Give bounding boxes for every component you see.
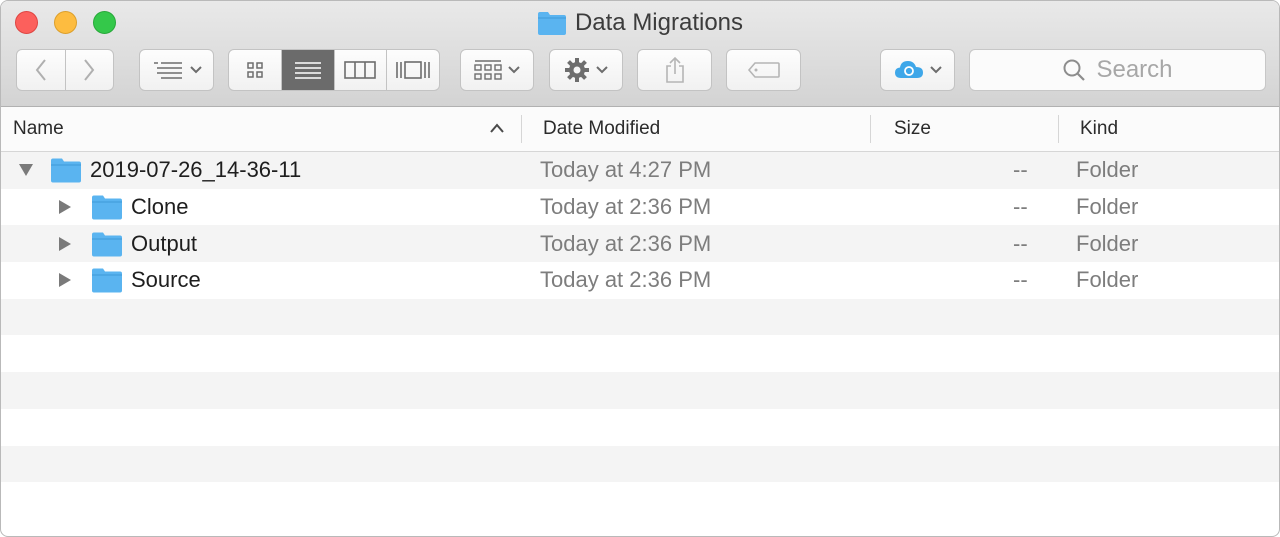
column-date-header[interactable]: Date Modified bbox=[543, 107, 660, 151]
empty-row bbox=[1, 372, 1279, 409]
toolbar: Data Migrations Search bbox=[1, 1, 1279, 107]
empty-row bbox=[1, 335, 1279, 373]
column-view-button[interactable] bbox=[335, 50, 388, 90]
group-button[interactable] bbox=[460, 49, 534, 91]
disclosure-triangle-collapsed-icon[interactable] bbox=[58, 236, 72, 252]
icon-view-button[interactable] bbox=[229, 50, 282, 90]
file-name[interactable]: Source bbox=[131, 267, 201, 293]
chevron-down-icon bbox=[596, 66, 608, 74]
empty-row bbox=[1, 408, 1279, 446]
column-view-icon bbox=[344, 61, 377, 79]
view-mode-control bbox=[228, 49, 440, 91]
file-size: -- bbox=[1013, 267, 1028, 293]
disclosure-triangle-expanded-icon[interactable] bbox=[18, 163, 34, 177]
folder-icon bbox=[92, 268, 122, 293]
file-list: 2019-07-26_14-36-11 Today at 4:27 PM -- … bbox=[1, 152, 1279, 536]
tag-icon bbox=[747, 62, 780, 78]
share-icon bbox=[665, 56, 684, 83]
forward-icon bbox=[84, 59, 95, 81]
tag-button[interactable] bbox=[726, 49, 801, 91]
folder-icon bbox=[537, 12, 566, 35]
finder-window: Data Migrations Search Name Date Modifie… bbox=[0, 0, 1280, 537]
sort-ascending-icon[interactable] bbox=[489, 122, 505, 134]
disclosure-triangle-collapsed-icon[interactable] bbox=[58, 199, 72, 215]
column-name-header[interactable]: Name bbox=[13, 107, 64, 151]
date-modified: Today at 2:36 PM bbox=[540, 230, 712, 256]
disclosure-triangle-collapsed-icon[interactable] bbox=[58, 272, 72, 288]
column-divider[interactable] bbox=[521, 115, 522, 143]
arrange-icon bbox=[153, 62, 182, 79]
forward-button[interactable] bbox=[66, 50, 114, 90]
date-modified: Today at 2:36 PM bbox=[540, 267, 712, 293]
file-size: -- bbox=[1013, 157, 1028, 183]
gallery-view-button[interactable] bbox=[387, 50, 439, 90]
chevron-down-icon bbox=[189, 66, 202, 74]
column-kind-header[interactable]: Kind bbox=[1080, 107, 1118, 151]
column-divider[interactable] bbox=[1058, 115, 1059, 143]
file-kind: Folder bbox=[1076, 230, 1139, 256]
empty-row bbox=[1, 298, 1279, 336]
chevron-down-icon bbox=[508, 66, 520, 74]
search-icon bbox=[1063, 59, 1086, 81]
date-modified: Today at 4:27 PM bbox=[540, 157, 712, 183]
file-kind: Folder bbox=[1076, 157, 1139, 183]
date-modified: Today at 2:36 PM bbox=[540, 194, 712, 220]
list-item[interactable]: Source Today at 2:36 PM -- Folder bbox=[1, 262, 1279, 299]
file-name[interactable]: Clone bbox=[131, 194, 188, 220]
search-placeholder: Search bbox=[1096, 56, 1173, 83]
icloud-button[interactable] bbox=[880, 49, 955, 91]
back-forward-control bbox=[16, 49, 114, 91]
file-name[interactable]: Output bbox=[131, 231, 197, 257]
list-item[interactable]: 2019-07-26_14-36-11 Today at 4:27 PM -- … bbox=[1, 152, 1279, 189]
back-icon bbox=[35, 59, 46, 81]
column-size-header[interactable]: Size bbox=[894, 107, 931, 151]
file-kind: Folder bbox=[1076, 194, 1139, 220]
folder-icon bbox=[92, 232, 122, 257]
window-title: Data Migrations bbox=[1, 9, 1279, 37]
back-button[interactable] bbox=[17, 50, 66, 90]
group-icon bbox=[474, 60, 502, 80]
search-field[interactable]: Search bbox=[969, 49, 1266, 91]
folder-icon bbox=[51, 158, 81, 183]
list-item[interactable]: Output Today at 2:36 PM -- Folder bbox=[1, 225, 1279, 263]
empty-row bbox=[1, 445, 1279, 483]
gear-icon bbox=[565, 58, 589, 82]
column-divider[interactable] bbox=[870, 115, 871, 143]
folder-icon bbox=[92, 195, 122, 220]
icon-view-icon bbox=[247, 62, 263, 78]
list-view-button[interactable] bbox=[281, 50, 335, 90]
arrange-button[interactable] bbox=[139, 49, 214, 91]
list-view-icon bbox=[294, 62, 321, 79]
file-size: -- bbox=[1013, 194, 1028, 220]
list-item[interactable]: Clone Today at 2:36 PM -- Folder bbox=[1, 188, 1279, 226]
column-header: Name Date Modified Size Kind bbox=[1, 107, 1279, 152]
window-title-text: Data Migrations bbox=[574, 9, 744, 36]
icloud-icon bbox=[894, 61, 923, 78]
file-name[interactable]: 2019-07-26_14-36-11 bbox=[90, 157, 301, 183]
empty-row bbox=[1, 482, 1279, 519]
file-size: -- bbox=[1013, 230, 1028, 256]
gallery-view-icon bbox=[396, 61, 430, 79]
share-button[interactable] bbox=[637, 49, 712, 91]
chevron-down-icon bbox=[929, 66, 942, 74]
file-kind: Folder bbox=[1076, 267, 1139, 293]
action-button[interactable] bbox=[549, 49, 623, 91]
